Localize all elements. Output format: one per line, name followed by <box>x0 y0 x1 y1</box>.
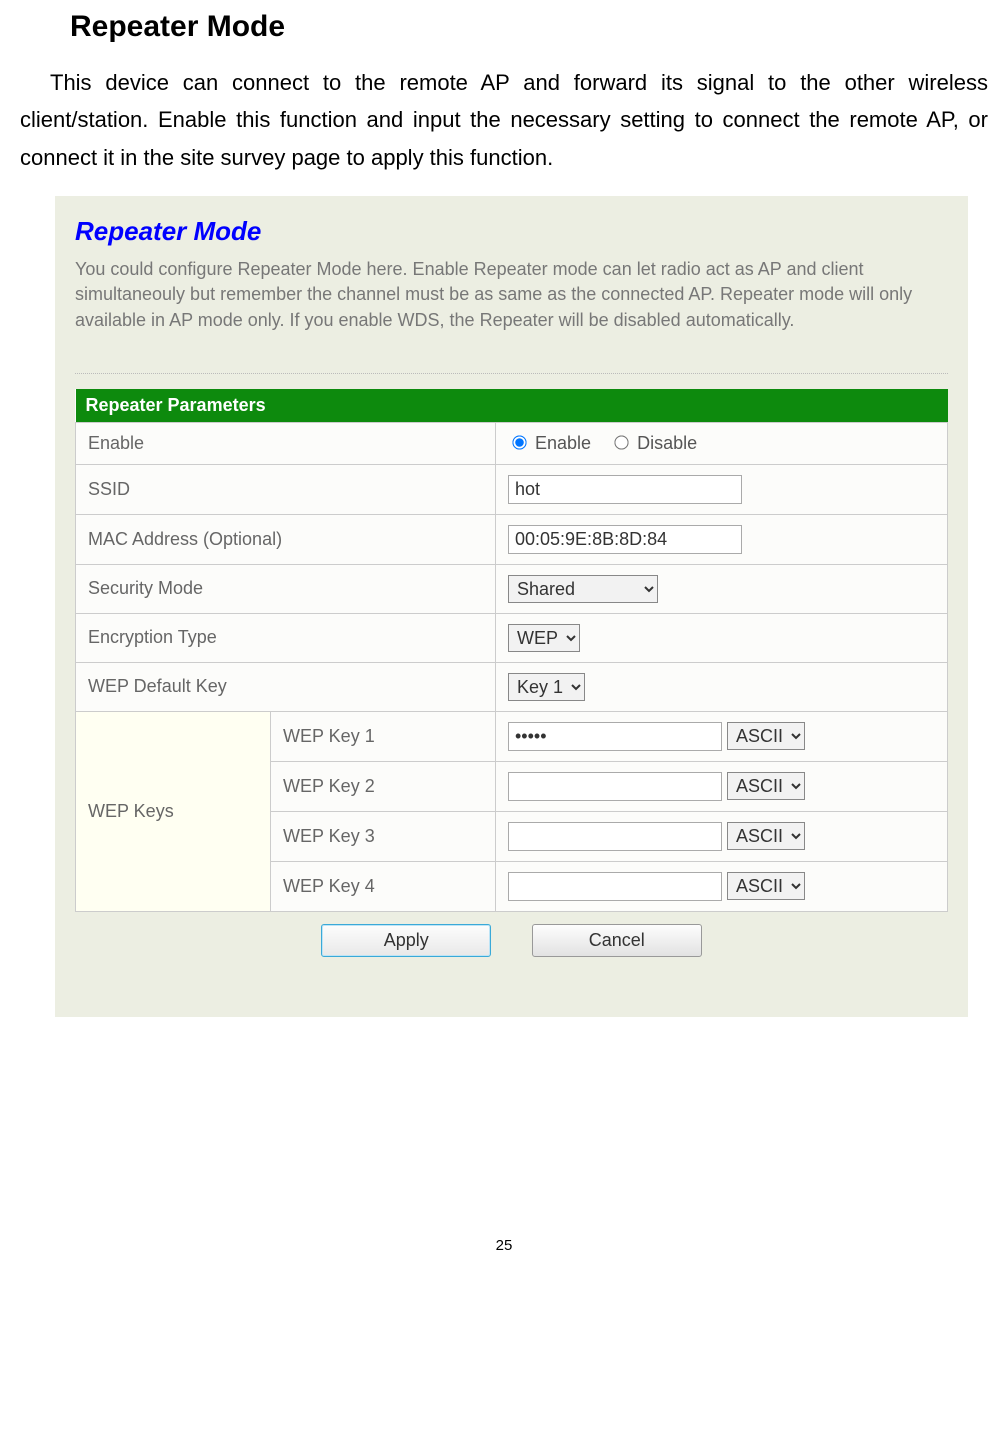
ssid-label: SSID <box>76 464 496 514</box>
wep-key-4-label: WEP Key 4 <box>271 861 496 911</box>
wep-key-1-format-select[interactable]: ASCII <box>727 722 805 750</box>
wep-default-key-select[interactable]: Key 1 <box>508 673 585 701</box>
divider <box>75 343 948 374</box>
wep-key-1-label: WEP Key 1 <box>271 711 496 761</box>
wep-key-3-label: WEP Key 3 <box>271 811 496 861</box>
enable-radio-enable[interactable] <box>512 435 526 449</box>
wep-key-2-format-select[interactable]: ASCII <box>727 772 805 800</box>
repeater-form-table: Repeater Parameters Enable Enable Disabl… <box>75 389 948 912</box>
wep-key-2-label: WEP Key 2 <box>271 761 496 811</box>
security-mode-select[interactable]: Shared <box>508 575 658 603</box>
wep-key-3-input[interactable] <box>508 822 722 851</box>
mac-input[interactable] <box>508 525 742 554</box>
enable-radio-disable-text: Disable <box>637 433 697 453</box>
page-number: 25 <box>20 1237 988 1254</box>
wep-key-4-input[interactable] <box>508 872 722 901</box>
wep-keys-group-label: WEP Keys <box>76 711 271 911</box>
enable-radio-disable-label[interactable]: Disable <box>610 433 697 453</box>
apply-button[interactable]: Apply <box>321 924 491 957</box>
panel-description: You could configure Repeater Mode here. … <box>75 257 948 333</box>
config-panel: Repeater Mode You could configure Repeat… <box>55 196 968 1017</box>
panel-title: Repeater Mode <box>75 216 948 247</box>
encryption-type-select[interactable]: WEP <box>508 624 580 652</box>
encryption-type-label: Encryption Type <box>76 613 496 662</box>
enable-radio-enable-text: Enable <box>535 433 591 453</box>
enable-radio-enable-label[interactable]: Enable <box>508 433 596 453</box>
mac-label: MAC Address (Optional) <box>76 514 496 564</box>
cancel-button[interactable]: Cancel <box>532 924 702 957</box>
doc-heading: Repeater Mode <box>70 10 988 44</box>
enable-label: Enable <box>76 422 496 464</box>
wep-default-key-label: WEP Default Key <box>76 662 496 711</box>
wep-key-2-input[interactable] <box>508 772 722 801</box>
ssid-input[interactable] <box>508 475 742 504</box>
wep-key-4-format-select[interactable]: ASCII <box>727 872 805 900</box>
security-mode-label: Security Mode <box>76 564 496 613</box>
wep-key-1-input[interactable] <box>508 722 722 751</box>
button-row: Apply Cancel <box>75 924 948 957</box>
section-header: Repeater Parameters <box>76 389 948 423</box>
enable-radio-disable[interactable] <box>614 435 628 449</box>
wep-key-3-format-select[interactable]: ASCII <box>727 822 805 850</box>
doc-paragraph: This device can connect to the remote AP… <box>20 64 988 176</box>
